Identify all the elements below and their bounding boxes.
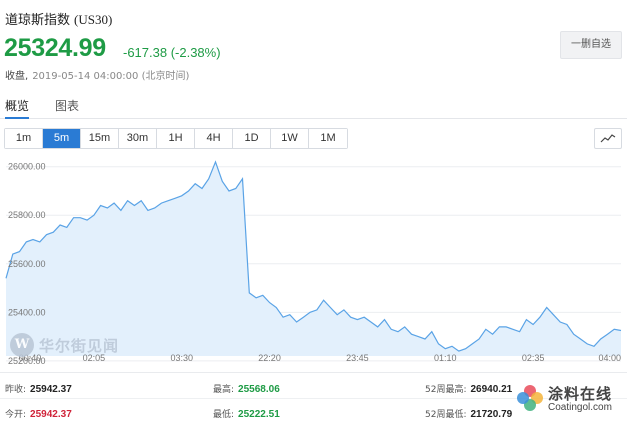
wallstreetcn-text: 华尔街见闻 — [39, 336, 120, 355]
y-tick-label: 26000.00 — [8, 162, 46, 172]
active-tab-indicator — [5, 117, 29, 119]
stat-52w-low: 52周最低: 21720.79 — [425, 407, 512, 420]
wallstreetcn-logo: W — [10, 333, 34, 357]
wallstreetcn-watermark: W 华尔街见闻 — [10, 333, 119, 357]
x-tick-label: 02:35 — [522, 353, 545, 363]
index-name: 道琼斯指数 — [5, 13, 71, 28]
close-time: 2019-05-14 04:00:00 (北京时间) — [32, 71, 190, 82]
interval-1h[interactable]: 1H — [157, 129, 195, 148]
badge-url: Coatingol.com — [548, 402, 612, 413]
stat-open: 今开: 25942.37 — [5, 407, 72, 420]
stat-value: 25568.06 — [238, 384, 280, 395]
current-price: 25324.99 — [4, 34, 106, 62]
interval-selector: 1m 5m 15m 30m 1H 4H 1D 1W 1M — [4, 128, 348, 149]
stat-prev-close: 昨收: 25942.37 — [5, 382, 72, 395]
stat-label: 52周最低: — [425, 410, 467, 420]
close-info: 收盘, 2019-05-14 04:00:00 (北京时间) — [5, 67, 189, 82]
stat-label: 今开: — [5, 410, 27, 420]
interval-5m[interactable]: 5m — [43, 129, 81, 148]
stat-label: 最高: — [213, 385, 235, 395]
x-tick-label: 03:30 — [170, 353, 193, 363]
index-title: 道琼斯指数 (US30) — [5, 9, 112, 28]
stat-value: 25942.37 — [30, 409, 72, 420]
close-label: 收盘, — [5, 71, 29, 82]
stat-value: 25222.51 — [238, 409, 280, 420]
interval-15m[interactable]: 15m — [81, 129, 119, 148]
x-tick-label: 22:20 — [258, 353, 281, 363]
price-area — [6, 161, 621, 356]
x-tick-label: 04:00 — [598, 353, 621, 363]
y-tick-label: 25800.00 — [8, 210, 46, 220]
interval-1d[interactable]: 1D — [233, 129, 271, 148]
x-tick-label: 01:10 — [434, 353, 457, 363]
badge-title: 涂料在线 — [548, 385, 613, 403]
y-tick-label: 25400.00 — [8, 307, 46, 317]
interval-1mo[interactable]: 1M — [309, 129, 347, 148]
index-code: (US30) — [74, 12, 113, 27]
line-chart-icon — [600, 134, 616, 143]
x-tick-label: 23:45 — [346, 353, 369, 363]
stat-label: 昨收: — [5, 385, 27, 395]
flower-logo-icon — [517, 385, 543, 411]
tab-bar: 概览 图表 — [0, 96, 627, 119]
price-change: -617.38 (-2.38%) — [123, 45, 221, 60]
y-tick-label: 25600.00 — [8, 259, 46, 269]
interval-1w[interactable]: 1W — [271, 129, 309, 148]
stat-low: 最低: 25222.51 — [213, 407, 280, 420]
tab-overview[interactable]: 概览 — [5, 97, 29, 114]
stat-label: 52周最高: — [425, 385, 467, 395]
tab-chart[interactable]: 图表 — [55, 97, 79, 114]
stat-value: 21720.79 — [470, 409, 513, 420]
chart-type-button[interactable] — [594, 128, 622, 149]
stat-52w-high: 52周最高: 26940.21 — [425, 382, 512, 395]
stat-value: 25942.37 — [30, 384, 72, 395]
interval-4h[interactable]: 4H — [195, 129, 233, 148]
stat-high: 最高: 25568.06 — [213, 382, 280, 395]
stat-value: 26940.21 — [470, 384, 513, 395]
coatingol-badge: 涂料在线 Coatingol.com — [515, 383, 612, 413]
interval-1m[interactable]: 1m — [5, 129, 43, 148]
remove-watchlist-button[interactable]: 一删自选 — [560, 31, 622, 59]
stat-label: 最低: — [213, 410, 235, 420]
interval-30m[interactable]: 30m — [119, 129, 157, 148]
